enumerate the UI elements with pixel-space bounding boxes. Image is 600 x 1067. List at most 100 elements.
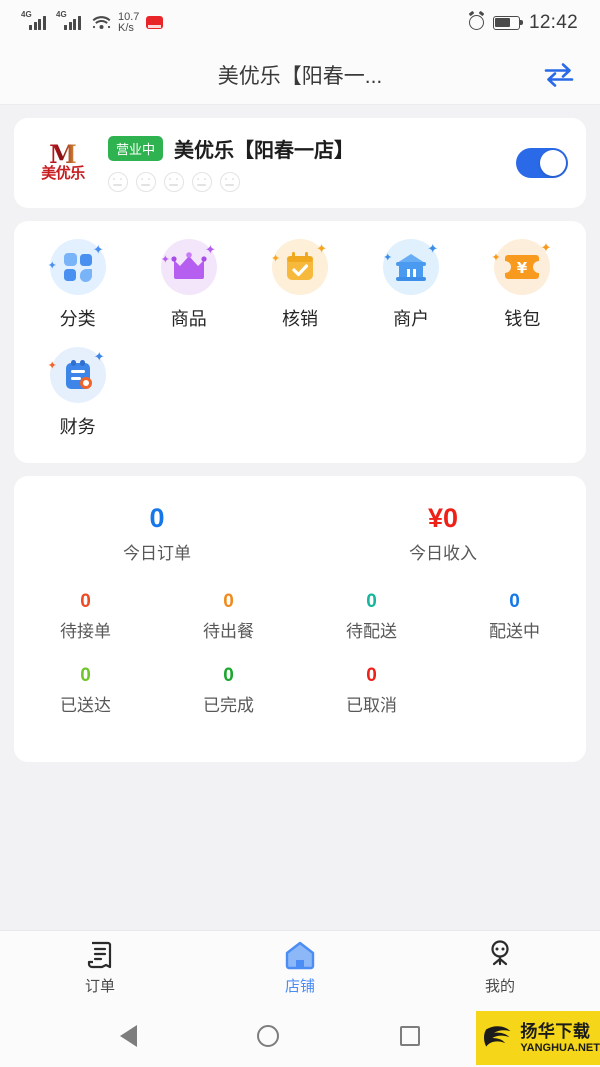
store-logo-text: 美优乐: [41, 165, 85, 182]
stat-label: 待配送: [346, 622, 397, 641]
signal-icon: 4G: [56, 10, 85, 30]
alarm-icon: [468, 15, 484, 30]
signal-icon: 4G: [21, 10, 50, 30]
battery-icon: [492, 15, 523, 30]
stat-label: 配送中: [489, 622, 540, 641]
sparkle-icon: ✦: [47, 260, 57, 272]
status-bar-clock: 12:42: [528, 11, 578, 33]
network-type-label-2: 4G: [56, 10, 67, 19]
menu-item-label: 分类: [59, 309, 96, 329]
back-triangle-icon[interactable]: [120, 1025, 138, 1047]
stats-secondary-grid: 0 待接单 0 待出餐 0 待配送 0 配送中 0 已送达 0 已完成 0 已取…: [14, 590, 586, 738]
wifi-icon: [92, 16, 111, 29]
menu-item-label: 钱包: [504, 309, 541, 329]
menu-item-label: 核销: [281, 309, 318, 329]
network-speed-unit: K/s: [118, 21, 134, 34]
store-logo-mark: M: [49, 140, 77, 169]
stat-value: 0: [149, 503, 165, 533]
watermark-cn: 扬华下载: [520, 1021, 591, 1041]
app-header: 美优乐【阳春一...: [0, 45, 600, 105]
watermark-logo-icon: [484, 1026, 511, 1047]
tab-label: 订单: [84, 978, 115, 995]
rating-face-icon: [192, 172, 212, 192]
stats-primary-row: 0 今日订单 ¥0 今日收入: [14, 502, 586, 564]
menu-item-category[interactable]: ✦ ✦ 分类: [22, 239, 133, 331]
stat-in-delivery[interactable]: 0 配送中: [443, 590, 586, 642]
network-type-label-1: 4G: [21, 10, 32, 19]
stat-cell-empty: [443, 664, 586, 716]
switch-store-button[interactable]: [540, 56, 578, 94]
stat-value: ¥0: [427, 503, 459, 533]
stat-delivered[interactable]: 0 已送达: [14, 664, 157, 716]
rating-face-icon: [220, 172, 240, 192]
menu-item-product[interactable]: ✦ ✦ 商品: [133, 239, 244, 331]
sparkle-icon: ✦: [316, 241, 327, 256]
stat-label: 待接单: [60, 622, 111, 641]
watermark-en: YANGHUA.NET: [520, 1041, 600, 1054]
stat-label: 已完成: [203, 696, 254, 715]
tab-label: 店铺: [284, 978, 315, 995]
status-bar-right: 12:42: [468, 11, 578, 34]
rating-face-icon: [136, 172, 156, 192]
menu-item-wallet[interactable]: ¥ ✦ ✦ 钱包: [467, 239, 578, 331]
android-nav-bar: 扬华下载 YANGHUA.NET: [0, 1005, 600, 1067]
sparkle-icon: ✦: [93, 349, 105, 364]
store-rating: [108, 172, 516, 192]
menu-grid: ✦ ✦ 分类 ✦ ✦ 商品 ✦ ✦ 核销 ✦ ✦ 商户 ¥ ✦ ✦ 钱包 ✦ ✦…: [14, 221, 586, 463]
stat-pending-accept[interactable]: 0 待接单: [14, 590, 157, 642]
rating-face-icon: [108, 172, 128, 192]
tab-store[interactable]: 店铺: [200, 940, 400, 996]
stat-cancelled[interactable]: 0 已取消: [300, 664, 443, 716]
menu-item-merchant[interactable]: ✦ ✦ 商户: [356, 239, 467, 331]
store-info: 营业中 美优乐【阳春一店】: [108, 134, 516, 192]
sparkle-icon: ✦: [204, 242, 216, 257]
stat-value: 0: [80, 665, 91, 686]
watermark-text: 扬华下载 YANGHUA.NET: [520, 1023, 600, 1054]
phone-screen: 4G 4G 10.7 K/s 12:42 美优乐【阳春一... M 美优乐 营业…: [0, 0, 600, 1067]
receipt-icon: [87, 941, 112, 969]
stat-label: 今日收入: [409, 544, 477, 563]
stat-value: 0: [366, 591, 377, 612]
stat-pending-meal[interactable]: 0 待出餐: [157, 590, 300, 642]
stat-value: 0: [223, 665, 234, 686]
store-title-row: 营业中 美优乐【阳春一店】: [108, 134, 516, 163]
status-bar-left: 4G 4G 10.7 K/s: [21, 10, 164, 34]
app-notification-icon: [146, 16, 164, 29]
store-logo: M 美优乐: [32, 139, 94, 187]
stat-today-orders[interactable]: 0 今日订单: [14, 502, 300, 564]
finance-doc-icon: ✦ ✦: [48, 347, 106, 403]
stat-label: 已送达: [60, 696, 111, 715]
status-bar: 4G 4G 10.7 K/s 12:42: [0, 0, 600, 45]
category-grid-icon: ✦ ✦: [47, 239, 106, 295]
stat-label: 已取消: [346, 696, 397, 715]
stat-today-income[interactable]: ¥0 今日收入: [300, 502, 586, 564]
store-card[interactable]: M 美优乐 营业中 美优乐【阳春一店】: [14, 118, 586, 208]
sparkle-icon: ✦: [92, 242, 104, 257]
recents-square-icon[interactable]: [399, 1026, 420, 1046]
home-circle-icon[interactable]: [257, 1025, 280, 1047]
sparkle-icon: ✦: [427, 241, 439, 256]
menu-item-finance[interactable]: ✦ ✦ 财务: [22, 347, 133, 439]
svg-text:¥: ¥: [517, 259, 528, 277]
network-speed: 10.7 K/s: [118, 10, 140, 34]
stat-value: 0: [223, 591, 234, 612]
network-speed-value: 10.7: [118, 10, 140, 23]
tab-profile[interactable]: 我的: [400, 940, 600, 996]
store-open-toggle[interactable]: [516, 148, 568, 178]
tab-orders[interactable]: 订单: [0, 940, 200, 996]
stat-completed[interactable]: 0 已完成: [157, 664, 300, 716]
wallet-ticket-icon: ¥ ✦ ✦: [491, 239, 552, 295]
sparkle-icon: ✦: [540, 240, 552, 255]
stats-card: 0 今日订单 ¥0 今日收入 0 待接单 0 待出餐 0 待配送 0 配送中 0…: [14, 476, 586, 762]
status-badge: 营业中: [108, 136, 164, 161]
stat-pending-delivery[interactable]: 0 待配送: [300, 590, 443, 642]
bank-store-icon: ✦ ✦: [383, 239, 440, 295]
store-name: 美优乐【阳春一店】: [174, 140, 355, 162]
sparkle-icon: ✦: [270, 253, 281, 265]
menu-item-label: 商品: [170, 309, 207, 329]
menu-item-verify[interactable]: ✦ ✦ 核销: [244, 239, 355, 331]
swap-store-icon: [544, 62, 574, 87]
stat-value: 0: [509, 591, 520, 612]
sparkle-icon: ✦: [491, 252, 501, 264]
stat-label: 今日订单: [123, 544, 191, 563]
